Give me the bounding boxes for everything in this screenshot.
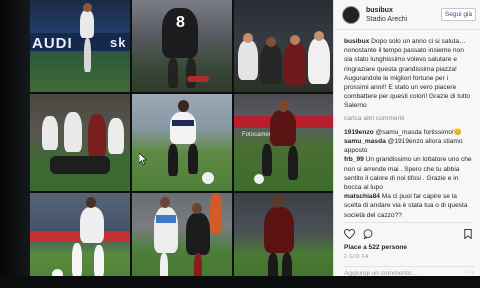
post-side-panel: busibux Stadio Arechi Segui già busibux … bbox=[333, 0, 480, 277]
photo-tile[interactable]: Fotocamera Lucana bbox=[234, 94, 334, 191]
mouse-cursor-icon bbox=[139, 153, 147, 165]
caption-text: Dopo solo un anno ci si saluta… nonostan… bbox=[344, 38, 471, 110]
follow-button[interactable]: Segui già bbox=[440, 8, 476, 21]
caption: busibux Dopo solo un anno ci si saluta… … bbox=[344, 37, 472, 111]
comment-text: @samu_masda fortissimo!😊 bbox=[375, 128, 462, 136]
photo-tile[interactable] bbox=[132, 94, 232, 191]
post-actions bbox=[344, 228, 472, 240]
location-link[interactable]: Stadio Arechi bbox=[366, 15, 441, 24]
comment: 1919enzo @samu_masda fortissimo!😊 bbox=[344, 128, 472, 137]
photo-tile[interactable] bbox=[30, 94, 130, 191]
likes-count[interactable]: Piace a 522 persone bbox=[344, 243, 472, 252]
more-options-button[interactable]: ··· bbox=[466, 269, 475, 276]
comment-icon[interactable] bbox=[363, 229, 373, 239]
comment-username[interactable]: 1919enzo bbox=[344, 129, 374, 136]
comment-text: Un grandissimo un lottatore uno che non … bbox=[344, 156, 472, 192]
sky-ad: sk bbox=[110, 35, 127, 50]
monitor-bezel-bottom bbox=[0, 276, 480, 288]
comment: samu_masda @1919enzo allora stiamo appos… bbox=[344, 137, 472, 155]
comment-username[interactable]: matschia84 bbox=[344, 193, 380, 200]
monitor-bezel bbox=[0, 0, 30, 288]
comment: frb_99 Un grandissimo un lottatore uno c… bbox=[344, 155, 472, 192]
photo-tile[interactable] bbox=[30, 193, 130, 288]
avatar[interactable] bbox=[342, 5, 360, 24]
post-date: 2 GIO FA bbox=[344, 254, 369, 261]
comment-username[interactable]: frb_99 bbox=[344, 156, 364, 163]
photo-grid: AUDI sk 8 Fotocamera Lucana bbox=[30, 0, 334, 288]
bookmark-icon[interactable] bbox=[464, 228, 472, 239]
jersey-number: 8 bbox=[176, 14, 185, 31]
photo-tile[interactable]: 8 bbox=[132, 0, 232, 92]
add-comment-input[interactable]: Aggiungi un commento... bbox=[344, 266, 474, 277]
photo-tile[interactable] bbox=[132, 193, 232, 288]
comment: matschia84 Ma ci puoi far capire se la s… bbox=[344, 192, 472, 220]
heart-icon[interactable] bbox=[344, 228, 355, 239]
photo-tile[interactable] bbox=[234, 193, 334, 288]
username-link[interactable]: busibux bbox=[366, 6, 441, 15]
caption-username[interactable]: busibux bbox=[344, 38, 369, 45]
photo-tile[interactable]: AUDI sk bbox=[30, 0, 130, 92]
divider bbox=[344, 221, 472, 223]
post-header: busibux Stadio Arechi Segui già bbox=[334, 0, 480, 30]
post-body: busibux Dopo solo un anno ci si saluta… … bbox=[334, 30, 480, 262]
photo-tile[interactable] bbox=[234, 0, 334, 92]
audi-ad: AUDI bbox=[32, 35, 73, 52]
comment-username[interactable]: samu_masda bbox=[344, 138, 386, 145]
load-more-comments-link[interactable]: carica altri commenti bbox=[344, 114, 472, 123]
